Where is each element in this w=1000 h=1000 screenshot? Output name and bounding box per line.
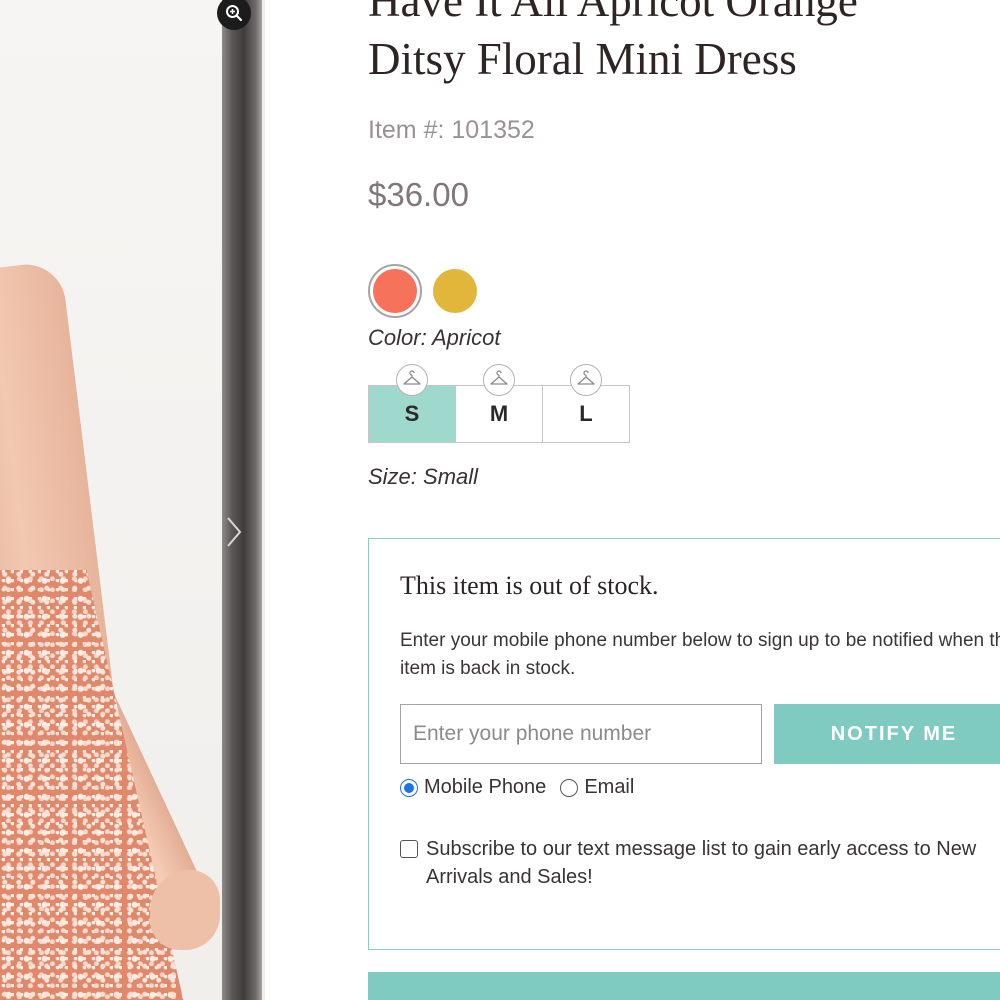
size-option-m-label: M	[489, 401, 509, 426]
size-label: Size: Small	[368, 464, 479, 489]
product-title: Have It All Apricot Orange Ditsy Floral …	[368, 0, 1000, 88]
product-info: Have It All Apricot Orange Ditsy Floral …	[368, 0, 1000, 1000]
product-title-line2: Ditsy Floral Mini Dress	[368, 34, 797, 84]
hanger-icon	[570, 364, 602, 396]
out-of-stock-panel: This item is out of stock. Enter your mo…	[368, 538, 1000, 950]
email-radio-label[interactable]: Email	[584, 776, 634, 799]
add-to-cart-button[interactable]	[368, 972, 1000, 1000]
size-option-l-label: L	[579, 401, 593, 426]
contact-method-group: Mobile Phone Email	[400, 776, 648, 799]
product-image[interactable]	[0, 0, 265, 1000]
phone-number-input[interactable]	[400, 704, 762, 764]
product-price: $36.00	[368, 176, 469, 213]
mobile-phone-radio[interactable]	[400, 778, 418, 797]
chevron-right-icon[interactable]	[222, 512, 244, 552]
size-option-s-label: S	[404, 401, 420, 426]
mobile-phone-radio-label[interactable]: Mobile Phone	[424, 776, 546, 799]
out-of-stock-description: Enter your mobile phone number below to …	[400, 630, 1000, 679]
size-option-m[interactable]: M	[455, 364, 543, 443]
size-option-s[interactable]: S	[368, 364, 456, 443]
subscribe-checkbox[interactable]	[400, 840, 418, 858]
product-title-line1: Have It All Apricot Orange	[368, 0, 858, 26]
notify-me-button[interactable]: NOTIFY ME	[774, 704, 1000, 764]
subscribe-label[interactable]: Subscribe to our text message list to ga…	[426, 835, 1000, 891]
size-selector: S M L	[368, 364, 630, 443]
color-swatch-mustard[interactable]	[428, 264, 482, 318]
size-option-l[interactable]: L	[542, 364, 630, 443]
color-label: Color: Apricot	[368, 325, 501, 350]
hanger-icon	[396, 364, 428, 396]
item-number: Item #: 101352	[368, 116, 535, 144]
out-of-stock-title: This item is out of stock.	[400, 571, 659, 600]
hanger-icon	[483, 364, 515, 396]
color-swatch-mustard-dot	[433, 269, 477, 313]
photo-hand	[150, 870, 220, 950]
photo-pole	[222, 0, 262, 1000]
subscribe-option: Subscribe to our text message list to ga…	[400, 835, 1000, 891]
color-swatch-apricot-dot	[373, 269, 417, 313]
color-swatch-apricot[interactable]	[368, 264, 422, 318]
email-radio[interactable]	[560, 778, 579, 797]
